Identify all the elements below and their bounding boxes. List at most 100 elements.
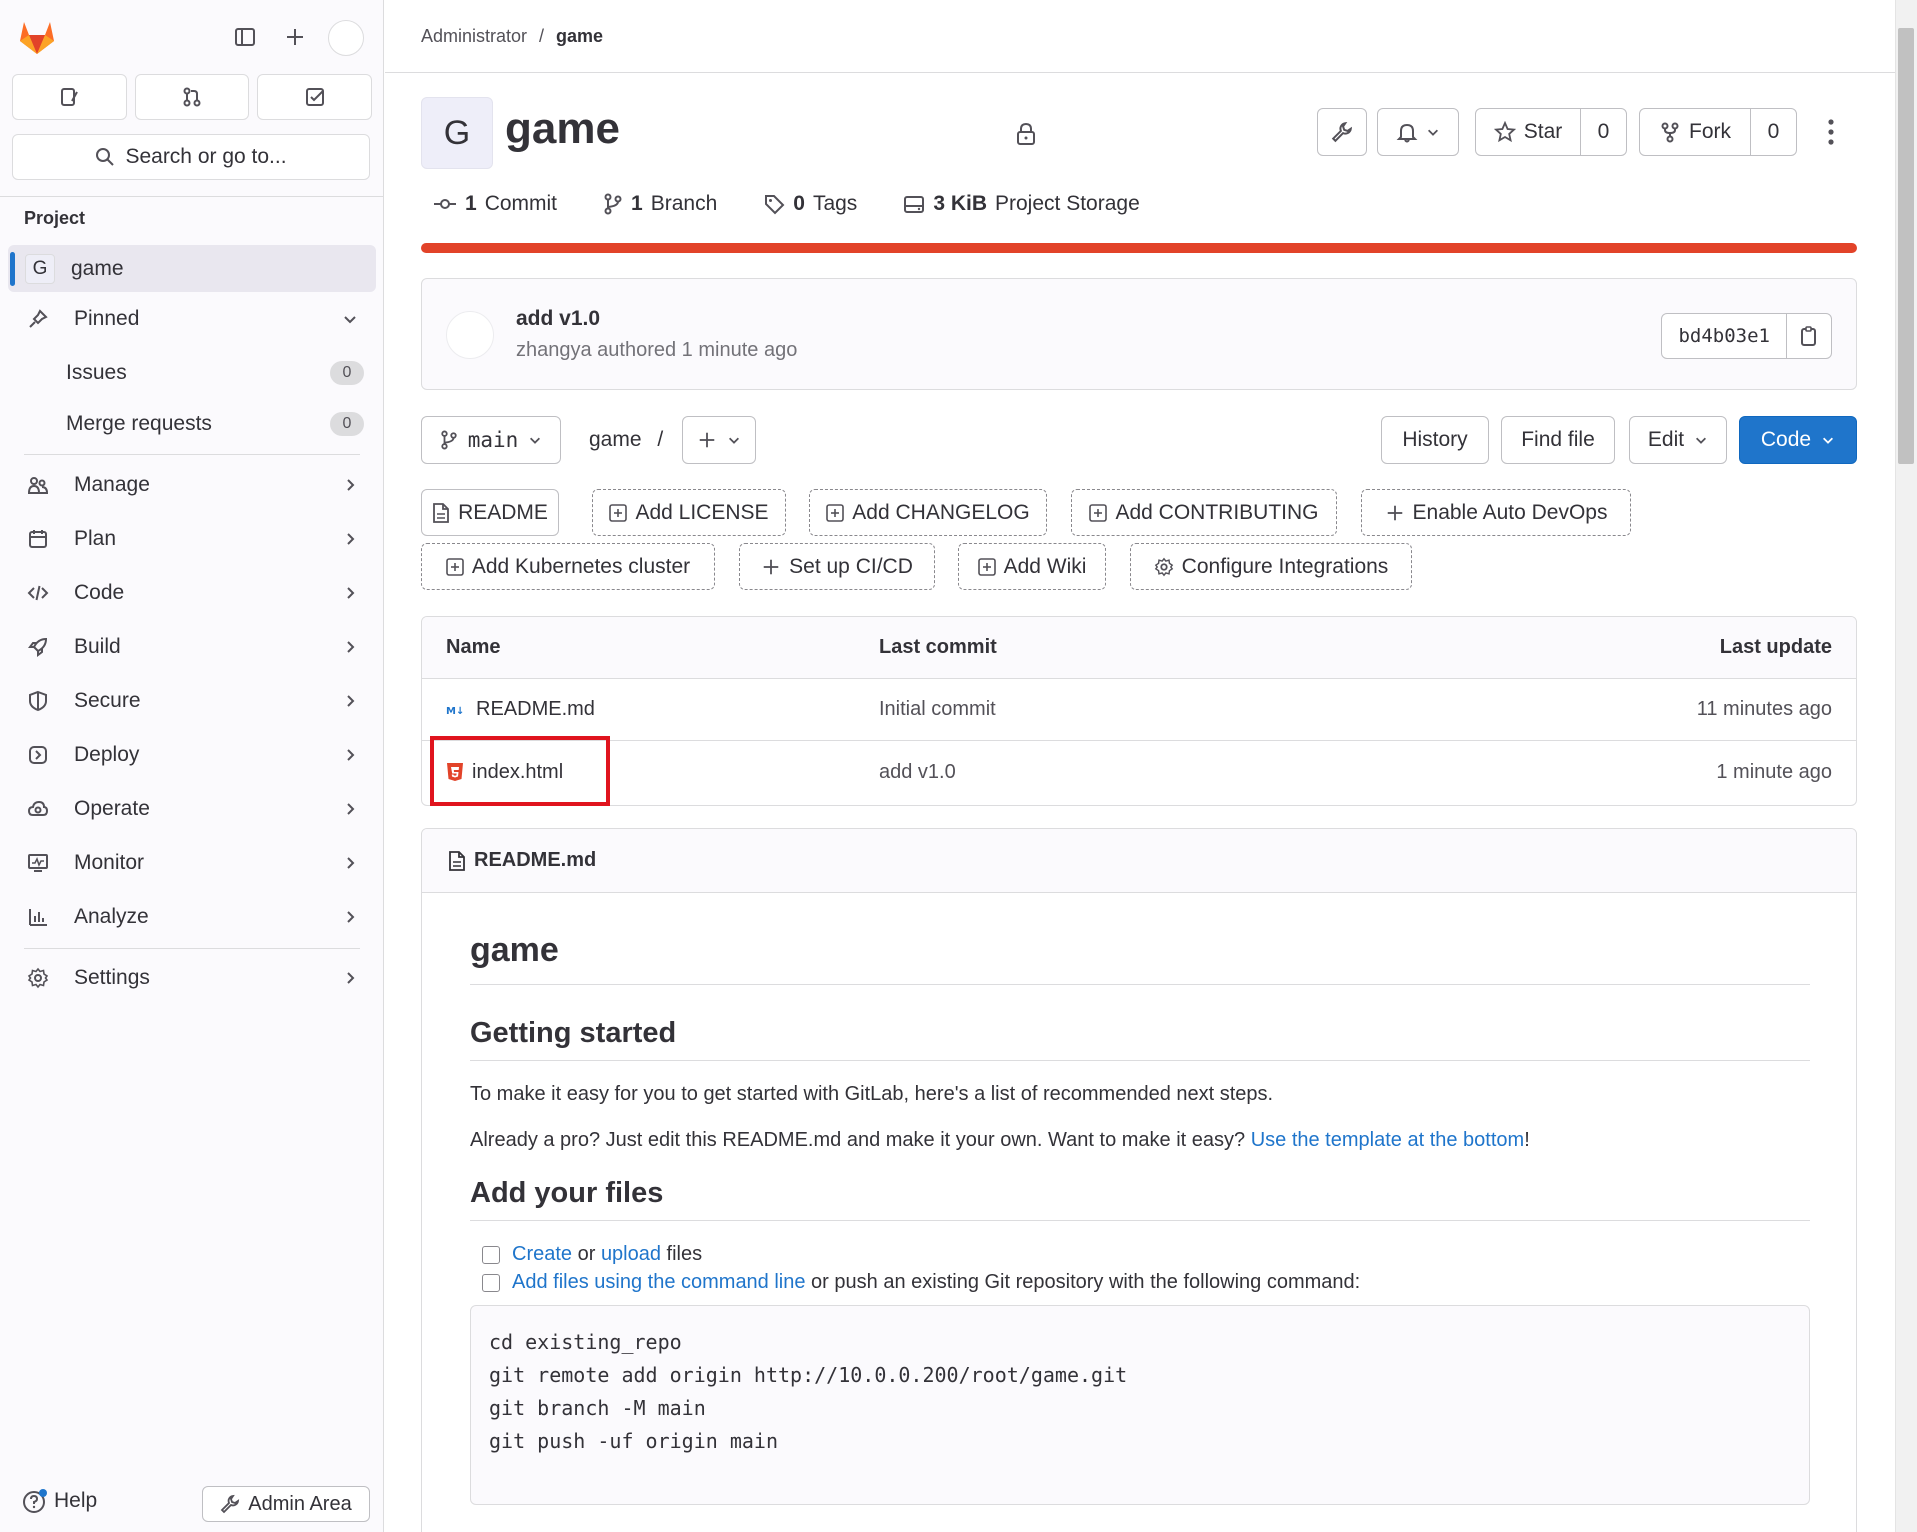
commit-title[interactable]: add v1.0 [516, 307, 600, 331]
admin-settings-button[interactable] [1317, 108, 1367, 156]
commits-stat[interactable]: 1 Commit [433, 192, 557, 216]
sidebar-item-label: Manage [74, 473, 150, 496]
file-last-commit[interactable]: add v1.0 [879, 741, 956, 803]
sidebar-item-issues[interactable]: Issues 0 [8, 350, 376, 396]
storage-stat[interactable]: 3 KiB Project Storage [903, 192, 1140, 216]
breadcrumb-separator: / [539, 26, 545, 46]
issues-shortcut-button[interactable] [12, 74, 127, 120]
chevron-right-icon [342, 747, 358, 763]
table-row[interactable]: M↓ README.md Initial commit 11 minutes a… [422, 679, 1856, 741]
repository-language-bar[interactable] [421, 243, 1857, 253]
search-button[interactable]: Search or go to... [12, 134, 370, 180]
fork-count[interactable]: 0 [1751, 109, 1796, 155]
breadcrumb-current[interactable]: game [556, 26, 603, 47]
add-changelog-button[interactable]: Add CHANGELOG [809, 489, 1047, 536]
sidebar-item-code[interactable]: Code [8, 569, 376, 617]
scrollbar-thumb[interactable] [1898, 28, 1914, 464]
sidebar-item-secure[interactable]: Secure [8, 677, 376, 725]
readme-filename[interactable]: README.md [474, 849, 596, 872]
help-button[interactable]: Help [22, 1488, 97, 1514]
sidebar-item-manage[interactable]: Manage [8, 461, 376, 509]
stat-label: Branch [650, 192, 718, 215]
copy-sha-icon[interactable] [1787, 314, 1831, 358]
admin-area-button[interactable]: Admin Area [202, 1486, 370, 1522]
shortcut-label: Add CONTRIBUTING [1115, 500, 1319, 524]
author-avatar[interactable] [446, 311, 494, 359]
sidebar-item-operate[interactable]: Operate [8, 785, 376, 833]
edit-label: Edit [1647, 428, 1685, 451]
star-button[interactable]: Star [1476, 109, 1580, 155]
sidebar-item-pinned[interactable]: Pinned [8, 295, 376, 343]
star-count[interactable]: 0 [1581, 109, 1626, 155]
readme-heading-getting-started: Getting started [470, 1017, 1810, 1061]
add-wiki-button[interactable]: Add Wiki [958, 543, 1106, 590]
readme-header: README.md [422, 829, 1856, 893]
find-file-button[interactable]: Find file [1501, 416, 1615, 464]
commit-sha[interactable]: bd4b03e1 [1662, 314, 1786, 358]
task-checkbox[interactable] [482, 1273, 500, 1292]
branch-selector[interactable]: main [421, 416, 561, 464]
stat-value: 3 KiB [933, 192, 987, 215]
plus-square-icon [826, 503, 845, 522]
shortcut-label: Set up CI/CD [789, 554, 913, 578]
sidebar-item-label: Merge requests [66, 412, 212, 435]
path-root[interactable]: game [589, 428, 642, 451]
sidebar-item-merge-requests[interactable]: Merge requests 0 [8, 401, 376, 447]
file-name[interactable]: index.html [472, 761, 563, 784]
sidebar-item-project[interactable]: G game [8, 245, 376, 292]
todo-shortcut-button[interactable] [257, 74, 373, 120]
commit-icon [433, 194, 457, 214]
sidebar-item-label: Deploy [74, 743, 140, 766]
add-license-button[interactable]: Add LICENSE [592, 489, 786, 536]
plus-icon[interactable] [278, 20, 312, 54]
setup-cicd-button[interactable]: Set up CI/CD [739, 543, 935, 590]
history-label: History [1402, 428, 1468, 451]
table-row[interactable]: index.html add v1.0 1 minute ago [422, 741, 1856, 803]
more-actions-icon[interactable] [1825, 118, 1837, 146]
file-name-cell[interactable]: M↓ README.md [446, 679, 595, 740]
file-last-commit[interactable]: Initial commit [879, 679, 996, 740]
sidebar-item-plan[interactable]: Plan [8, 515, 376, 563]
table-header: Name Last commit Last update [422, 617, 1856, 679]
user-avatar[interactable] [328, 20, 364, 56]
configure-integrations-button[interactable]: Configure Integrations [1130, 543, 1412, 590]
task-checkbox[interactable] [482, 1245, 500, 1264]
plus-square-icon [609, 503, 628, 522]
sidebar-item-deploy[interactable]: Deploy [8, 731, 376, 779]
enable-auto-devops-button[interactable]: Enable Auto DevOps [1361, 489, 1631, 536]
branches-stat[interactable]: 1 Branch [603, 192, 717, 216]
history-button[interactable]: History [1381, 416, 1489, 464]
sidebar-item-build[interactable]: Build [8, 623, 376, 671]
path-separator: / [657, 428, 664, 451]
gear-icon [1154, 557, 1174, 577]
sidebar: Search or go to... Project G game Pinned… [0, 0, 384, 1532]
create-link[interactable]: Create [512, 1243, 572, 1265]
add-kubernetes-cluster-button[interactable]: Add Kubernetes cluster [421, 543, 715, 590]
sidebar-item-settings[interactable]: Settings [8, 954, 376, 1002]
file-name[interactable]: README.md [476, 698, 595, 721]
add-to-tree-dropdown[interactable] [682, 416, 756, 464]
code-dropdown[interactable]: Code [1739, 416, 1857, 464]
file-name-cell[interactable]: index.html [446, 741, 563, 803]
html5-icon [446, 762, 464, 782]
notifications-dropdown[interactable] [1377, 108, 1459, 156]
merge-requests-shortcut-button[interactable] [134, 74, 250, 120]
edit-dropdown[interactable]: Edit [1629, 416, 1727, 464]
sidebar-section-title: Project [24, 208, 86, 228]
divider [0, 196, 384, 197]
gitlab-logo-icon[interactable] [16, 16, 58, 58]
file-last-update: 11 minutes ago [1696, 698, 1832, 720]
tags-stat[interactable]: 0 Tags [763, 192, 857, 216]
breadcrumb-parent[interactable]: Administrator [421, 26, 527, 47]
fork-button[interactable]: Fork [1640, 109, 1750, 155]
template-link[interactable]: Use the template at the bottom [1251, 1129, 1525, 1151]
sidebar-item-monitor[interactable]: Monitor [8, 839, 376, 887]
sidebar-header [0, 0, 384, 76]
toggle-sidebar-icon[interactable] [228, 20, 262, 54]
code-block[interactable]: cd existing_repo git remote add origin ht… [470, 1305, 1810, 1505]
readme-button[interactable]: README [421, 489, 559, 536]
sidebar-item-analyze[interactable]: Analyze [8, 893, 376, 941]
add-contributing-button[interactable]: Add CONTRIBUTING [1071, 489, 1337, 536]
upload-link[interactable]: upload [601, 1243, 661, 1265]
command-line-link[interactable]: Add files using the command line [512, 1271, 806, 1293]
